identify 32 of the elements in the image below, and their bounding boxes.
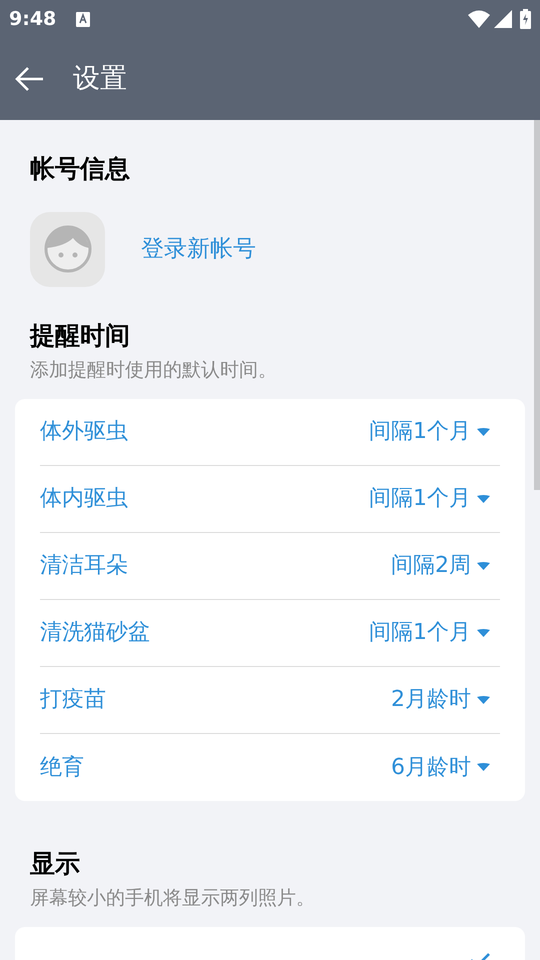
reminder-label: 体内驱虫 [40, 485, 128, 513]
status-time: 9:48 [9, 6, 56, 32]
wifi-icon [468, 10, 490, 28]
caret-icon [477, 696, 490, 704]
caret-icon [477, 428, 490, 436]
battery-icon [520, 9, 531, 29]
reminder-label: 打疫苗 [40, 686, 106, 714]
back-button[interactable] [15, 66, 45, 92]
reminder-label: 清洗猫砂盆 [40, 619, 150, 647]
interval-dropdown[interactable]: 6月龄时 [391, 750, 490, 784]
caret-icon [477, 494, 490, 502]
interval-dropdown[interactable]: 间隔1个月 [369, 616, 490, 649]
caret-icon [477, 628, 490, 636]
section-heading: 显示 [30, 848, 81, 880]
interval-dropdown[interactable]: 间隔1个月 [369, 415, 490, 448]
section-subtitle: 添加提醒时使用的默认时间。 [30, 358, 278, 383]
reminder-label: 绝育 [40, 754, 84, 782]
section-subtitle: 屏幕较小的手机将显示两列照片。 [30, 886, 316, 911]
signal-icon [494, 10, 512, 28]
interval-dropdown[interactable]: 间隔1个月 [369, 482, 490, 515]
caret-icon [477, 562, 490, 570]
section-heading: 提醒时间 [30, 320, 131, 352]
avatar-icon [30, 212, 105, 286]
section-heading: 帐号信息 [30, 153, 131, 185]
caret-icon [477, 763, 490, 771]
screen-title: 设置 [73, 62, 127, 96]
login-link[interactable]: 登录新帐号 [141, 232, 256, 266]
keyboard-icon [76, 12, 90, 26]
interval-dropdown[interactable]: 间隔2周 [391, 549, 490, 582]
reminder-label: 体外驱虫 [40, 418, 128, 446]
interval-dropdown[interactable]: 2月龄时 [391, 683, 490, 716]
reminder-label: 清洁耳朵 [40, 552, 128, 580]
